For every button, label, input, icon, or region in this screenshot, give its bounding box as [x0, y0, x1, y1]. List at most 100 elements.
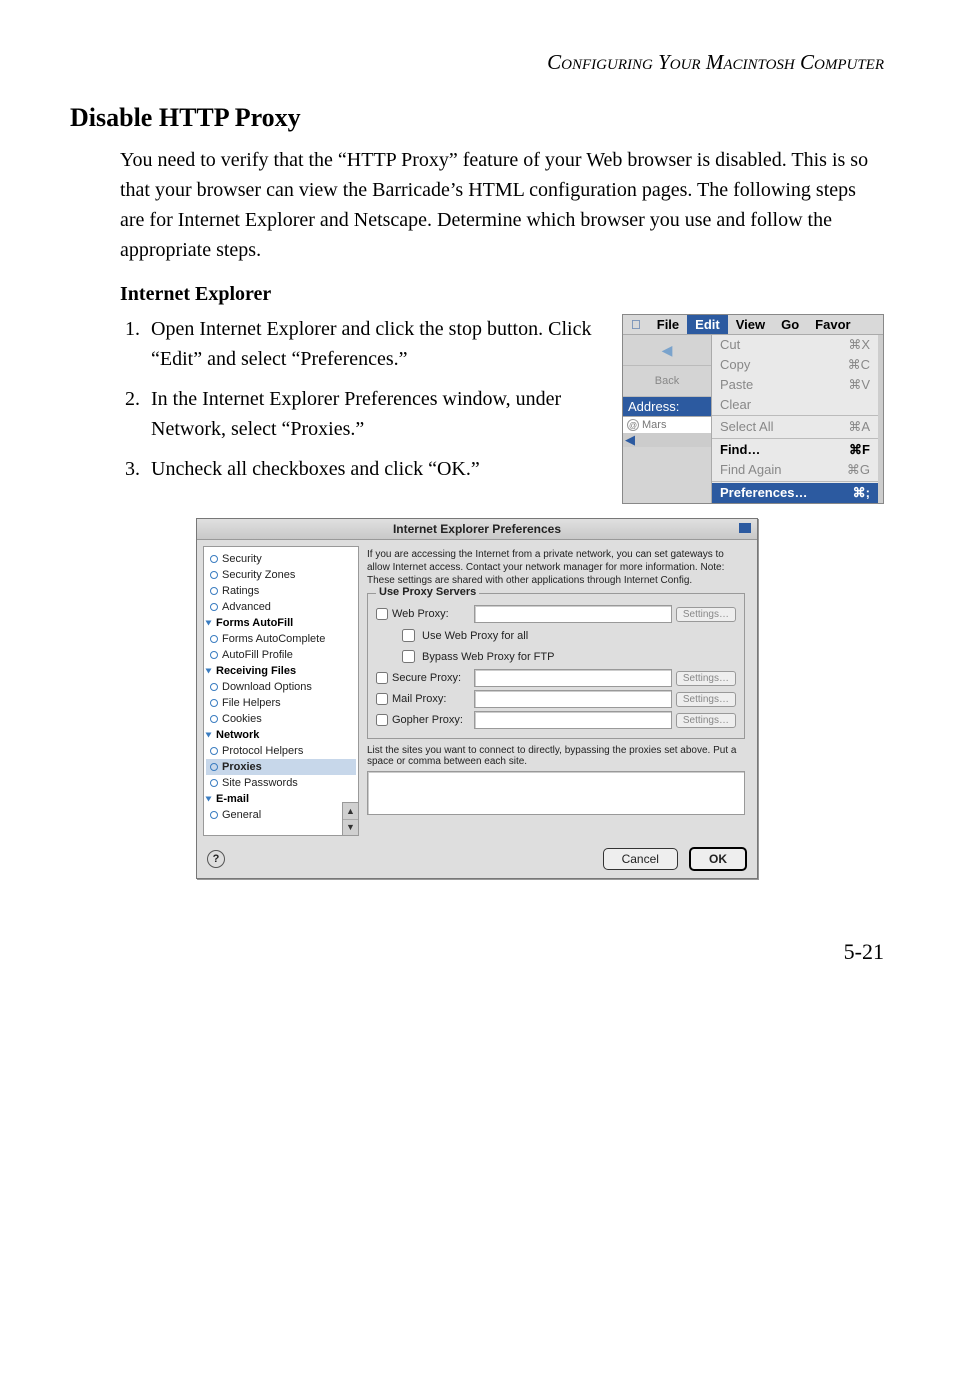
sidebar-item-forms-autocomplete[interactable]: Forms AutoComplete: [206, 631, 356, 647]
mail-proxy-field[interactable]: [474, 690, 672, 708]
sidebar-item-security[interactable]: Security: [206, 551, 356, 567]
toolbar-column: ◀ Back Address: @ Mars ◀: [623, 335, 712, 503]
mail-proxy-checkbox[interactable]: [376, 693, 388, 705]
web-proxy-label: Web Proxy:: [392, 608, 470, 620]
menu-view[interactable]: View: [728, 315, 773, 334]
menu-item-find-again[interactable]: Find Again⌘G: [712, 460, 878, 480]
sidebar-group-email[interactable]: E-mail: [206, 791, 356, 807]
back-icon: ◀: [662, 342, 673, 359]
gopher-proxy-label: Gopher Proxy:: [392, 714, 470, 726]
sidebar-item-protocol-helpers[interactable]: Protocol Helpers: [206, 743, 356, 759]
menu-separator: [712, 438, 878, 439]
dialog-body: Security Security Zones Ratings Advanced…: [197, 540, 757, 842]
menu-item-clear[interactable]: Clear: [712, 395, 878, 414]
sidebar-item-proxies[interactable]: Proxies: [206, 759, 356, 775]
bypass-list-field[interactable]: [367, 771, 745, 815]
footer-buttons: Cancel OK: [595, 852, 747, 866]
sidebar-group-receiving-files[interactable]: Receiving Files: [206, 663, 356, 679]
page-number: 5-21: [70, 939, 884, 965]
prefs-description: If you are accessing the Internet from a…: [367, 548, 745, 587]
tab-handle[interactable]: ◀: [623, 433, 711, 447]
secure-proxy-row: Secure Proxy: Settings…: [376, 669, 736, 687]
sidebar-item-security-zones[interactable]: Security Zones: [206, 567, 356, 583]
sidebar-group-forms-autofill[interactable]: Forms AutoFill: [206, 615, 356, 631]
use-proxy-fieldset: Use Proxy Servers Web Proxy: Settings… U…: [367, 593, 745, 739]
use-proxy-legend: Use Proxy Servers: [376, 586, 479, 598]
subsection-title: Internet Explorer: [120, 283, 884, 306]
menu-separator: [712, 481, 878, 482]
secure-proxy-label: Secure Proxy:: [392, 672, 470, 684]
menu-edit[interactable]: Edit: [687, 315, 728, 334]
dialog-footer: ? Cancel OK: [197, 842, 757, 878]
chapter-header: Configuring Your Macintosh Computer: [70, 50, 884, 75]
edit-dropdown: Cut⌘X Copy⌘C Paste⌘V Clear Select All⌘A …: [712, 335, 878, 503]
bypass-description: List the sites you want to connect to di…: [367, 745, 745, 767]
back-button[interactable]: ◀: [623, 335, 711, 366]
gopher-proxy-checkbox[interactable]: [376, 714, 388, 726]
address-field[interactable]: @ Mars: [623, 417, 711, 433]
steps-area: Open Internet Explorer and click the sto…: [70, 314, 884, 504]
menu-item-find[interactable]: Find…⌘F: [712, 440, 878, 460]
secure-proxy-checkbox[interactable]: [376, 672, 388, 684]
secure-proxy-settings-button[interactable]: Settings…: [676, 671, 736, 686]
step-3: Uncheck all checkboxes and click “OK.”: [145, 454, 608, 484]
sidebar-item-ratings[interactable]: Ratings: [206, 583, 356, 599]
section-title: Disable HTTP Proxy: [70, 103, 884, 133]
sidebar-item-general[interactable]: General: [206, 807, 356, 823]
back-label-cell: Back: [623, 366, 711, 397]
menu-file[interactable]: File: [649, 315, 687, 334]
use-web-all-row: Use Web Proxy for all: [398, 626, 736, 645]
tab-arrow-icon: ◀: [625, 432, 635, 448]
sidebar-item-advanced[interactable]: Advanced: [206, 599, 356, 615]
mail-proxy-settings-button[interactable]: Settings…: [676, 692, 736, 707]
secure-proxy-field[interactable]: [474, 669, 672, 687]
sidebar-item-cookies[interactable]: Cookies: [206, 711, 356, 727]
web-proxy-settings-button[interactable]: Settings…: [676, 607, 736, 622]
sidebar-item-download-options[interactable]: Download Options: [206, 679, 356, 695]
gopher-proxy-field[interactable]: [474, 711, 672, 729]
menu-favorites[interactable]: Favor: [807, 315, 858, 334]
menu-item-paste[interactable]: Paste⌘V: [712, 375, 878, 395]
help-icon[interactable]: ?: [207, 850, 225, 868]
preferences-dialog: Internet Explorer Preferences Security S…: [196, 518, 758, 879]
menu-separator: [712, 415, 878, 416]
edit-menu-screenshot:  File Edit View Go Favor ◀ Back Address…: [622, 314, 884, 504]
mail-proxy-row: Mail Proxy: Settings…: [376, 690, 736, 708]
use-web-all-label: Use Web Proxy for all: [422, 630, 528, 642]
menu-item-select-all[interactable]: Select All⌘A: [712, 417, 878, 437]
menu-go[interactable]: Go: [773, 315, 807, 334]
web-proxy-checkbox[interactable]: [376, 608, 388, 620]
bypass-ftp-label: Bypass Web Proxy for FTP: [422, 651, 554, 663]
apple-menu-icon[interactable]: : [623, 315, 649, 334]
web-proxy-row: Web Proxy: Settings…: [376, 605, 736, 623]
at-icon: @: [627, 419, 639, 431]
mail-proxy-label: Mail Proxy:: [392, 693, 470, 705]
menu-item-copy[interactable]: Copy⌘C: [712, 355, 878, 375]
use-web-all-checkbox[interactable]: [402, 629, 415, 642]
prefs-sidebar[interactable]: Security Security Zones Ratings Advanced…: [203, 546, 359, 836]
bypass-ftp-checkbox[interactable]: [402, 650, 415, 663]
sidebar-item-site-passwords[interactable]: Site Passwords: [206, 775, 356, 791]
step-2: In the Internet Explorer Preferences win…: [145, 384, 608, 444]
menu-item-cut[interactable]: Cut⌘X: [712, 335, 878, 355]
web-proxy-field[interactable]: [474, 605, 672, 623]
sidebar-item-file-helpers[interactable]: File Helpers: [206, 695, 356, 711]
menu-item-preferences[interactable]: Preferences…⌘;: [712, 483, 878, 503]
gopher-proxy-settings-button[interactable]: Settings…: [676, 713, 736, 728]
prefs-main-pane: If you are accessing the Internet from a…: [365, 546, 751, 836]
intro-paragraph: You need to verify that the “HTTP Proxy”…: [120, 145, 884, 265]
gopher-proxy-row: Gopher Proxy: Settings…: [376, 711, 736, 729]
sidebar-item-autofill-profile[interactable]: AutoFill Profile: [206, 647, 356, 663]
sidebar-scrollbar[interactable]: ▲ ▼: [342, 802, 359, 836]
cancel-button[interactable]: Cancel: [603, 848, 678, 870]
sidebar-group-network[interactable]: Network: [206, 727, 356, 743]
dialog-title: Internet Explorer Preferences: [197, 519, 757, 540]
steps-list: Open Internet Explorer and click the sto…: [120, 314, 608, 494]
scroll-up-icon[interactable]: ▲: [343, 803, 358, 820]
address-value: Mars: [642, 419, 666, 431]
ok-button[interactable]: OK: [689, 847, 747, 871]
address-label: Address:: [623, 397, 711, 417]
scroll-down-icon[interactable]: ▼: [343, 820, 358, 836]
bypass-ftp-row: Bypass Web Proxy for FTP: [398, 647, 736, 666]
step-1: Open Internet Explorer and click the sto…: [145, 314, 608, 374]
